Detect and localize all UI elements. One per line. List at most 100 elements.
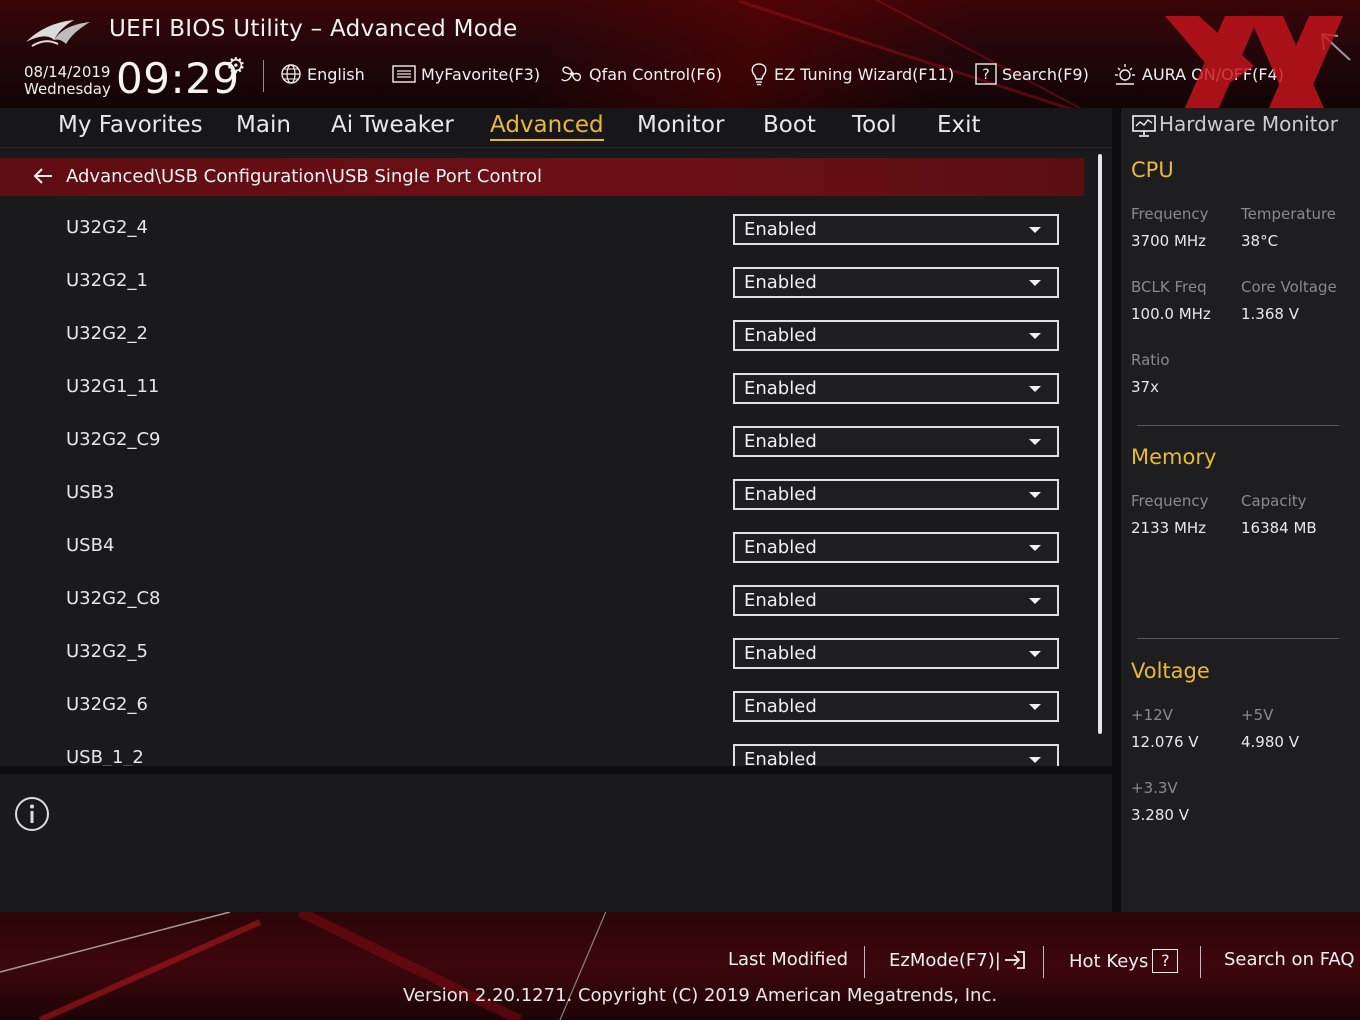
setting-label: USB4 — [66, 535, 115, 556]
tab-ai-tweaker[interactable]: Ai Tweaker — [331, 112, 454, 138]
setting-label: U32G2_2 — [66, 323, 148, 344]
cpu-heading: CPU — [1131, 158, 1174, 182]
header-decoration — [739, 0, 1140, 108]
chevron-down-icon — [1029, 227, 1041, 233]
bclk-label: BCLK Freq — [1131, 278, 1207, 296]
search-button[interactable]: ? Search(F9) — [974, 62, 1089, 86]
tab-advanced[interactable]: Advanced — [490, 112, 604, 141]
dropdown-value: Enabled — [744, 643, 817, 664]
app-title: UEFI BIOS Utility – Advanced Mode — [109, 16, 518, 42]
v5-value: 4.980 V — [1241, 733, 1299, 751]
dropdown-value: Enabled — [744, 590, 817, 611]
setting-label: U32G2_C9 — [66, 429, 161, 450]
setting-dropdown[interactable]: Enabled — [733, 267, 1059, 298]
cpu-frequency-value: 3700 MHz — [1131, 232, 1207, 250]
chevron-down-icon — [1029, 704, 1041, 710]
exit-arrow-icon — [1004, 951, 1025, 969]
footer-divider — [1200, 946, 1201, 978]
v33-value: 3.280 V — [1131, 806, 1189, 824]
setting-label: U32G2_5 — [66, 641, 148, 662]
language-label: English — [307, 64, 365, 84]
v12-value: 12.076 V — [1131, 733, 1199, 751]
v12-label: +12V — [1131, 706, 1173, 724]
setting-dropdown[interactable]: Enabled — [733, 373, 1059, 404]
tab-boot[interactable]: Boot — [763, 112, 816, 138]
chevron-down-icon — [1029, 757, 1041, 763]
setting-label: U32G1_11 — [66, 376, 160, 397]
weekday-text: Wednesday — [24, 80, 111, 98]
question-box-icon: ? — [975, 63, 997, 85]
dropdown-value: Enabled — [744, 696, 817, 717]
chevron-down-icon — [1029, 492, 1041, 498]
setting-label: U32G2_4 — [66, 217, 148, 238]
voltage-heading: Voltage — [1131, 659, 1210, 683]
header-decoration — [859, 0, 1196, 108]
cpu-frequency-label: Frequency — [1131, 205, 1209, 223]
back-arrow-icon[interactable] — [32, 166, 54, 186]
footer-bar: Last Modified EzMode(F7)| Hot Keys ? Sea… — [0, 912, 1360, 1020]
memory-heading: Memory — [1131, 445, 1217, 469]
tab-my-favorites[interactable]: My Favorites — [58, 112, 203, 138]
ezmode-button[interactable]: EzMode(F7)| — [889, 949, 1027, 971]
date-display: 08/14/2019 Wednesday — [24, 64, 111, 98]
svg-text:?: ? — [982, 67, 989, 83]
chevron-down-icon — [1029, 545, 1041, 551]
setting-dropdown[interactable]: Enabled — [733, 638, 1059, 669]
section-divider — [1137, 425, 1339, 426]
tab-exit[interactable]: Exit — [937, 112, 981, 138]
dropdown-value: Enabled — [744, 431, 817, 452]
section-divider — [1137, 638, 1339, 639]
ratio-value: 37x — [1131, 378, 1159, 396]
tab-tool[interactable]: Tool — [852, 112, 897, 138]
dropdown-value: Enabled — [744, 378, 817, 399]
last-modified-label: Last Modified — [728, 949, 849, 970]
footer-divider — [864, 946, 865, 978]
chevron-down-icon — [1029, 280, 1041, 286]
chevron-down-icon — [1029, 333, 1041, 339]
hot-keys-button[interactable]: Hot Keys ? — [1069, 949, 1179, 973]
settings-scrollbar[interactable] — [1098, 154, 1102, 734]
cpu-temperature-label: Temperature — [1241, 205, 1337, 223]
dropdown-value: Enabled — [744, 749, 817, 766]
ez-tuning-button[interactable]: EZ Tuning Wizard(F11) — [748, 62, 954, 86]
gear-icon[interactable]: ⚙ — [226, 54, 246, 79]
setting-label: USB3 — [66, 482, 115, 503]
setting-dropdown[interactable]: Enabled — [733, 744, 1059, 766]
ratio-label: Ratio — [1131, 351, 1170, 369]
v5-label: +5V — [1241, 706, 1274, 724]
setting-dropdown[interactable]: Enabled — [733, 585, 1059, 616]
breadcrumb-path: Advanced\USB Configuration\USB Single Po… — [66, 166, 542, 187]
ezmode-label: EzMode(F7)| — [889, 949, 1001, 971]
myfavorite-button[interactable]: MyFavorite(F3) — [391, 62, 540, 86]
search-faq-button[interactable]: Search on FAQ — [1224, 949, 1355, 970]
setting-label: USB_1_2 — [66, 747, 144, 766]
setting-dropdown[interactable]: Enabled — [733, 532, 1059, 563]
core-voltage-value: 1.368 V — [1241, 305, 1299, 323]
monitor-icon — [1132, 115, 1156, 137]
question-key-icon: ? — [1152, 949, 1179, 973]
lightbulb-icon — [751, 63, 767, 86]
header-divider — [263, 60, 264, 92]
info-icon — [15, 797, 49, 831]
setting-label: U32G2_1 — [66, 270, 148, 291]
language-button[interactable]: English — [279, 62, 365, 86]
tab-monitor[interactable]: Monitor — [637, 112, 724, 138]
last-modified-button[interactable]: Last Modified — [728, 949, 848, 970]
setting-dropdown[interactable]: Enabled — [733, 479, 1059, 510]
ez-tuning-label: EZ Tuning Wizard(F11) — [774, 64, 955, 84]
hot-keys-label: Hot Keys — [1069, 950, 1149, 972]
setting-dropdown[interactable]: Enabled — [733, 320, 1059, 351]
setting-dropdown[interactable]: Enabled — [733, 426, 1059, 457]
memory-capacity-label: Capacity — [1241, 492, 1307, 510]
clock-time: 09:29 — [116, 54, 240, 103]
qfan-button[interactable]: Qfan Control(F6) — [559, 62, 722, 86]
setting-dropdown[interactable]: Enabled — [733, 214, 1059, 245]
breadcrumb: Advanced\USB Configuration\USB Single Po… — [0, 158, 1084, 196]
tab-main[interactable]: Main — [236, 112, 291, 138]
setting-label: U32G2_6 — [66, 694, 148, 715]
date-text: 08/14/2019 — [24, 63, 111, 81]
aura-light-icon — [1115, 64, 1135, 85]
qfan-label: Qfan Control(F6) — [589, 64, 722, 84]
bclk-value: 100.0 MHz — [1131, 305, 1211, 323]
setting-dropdown[interactable]: Enabled — [733, 691, 1059, 722]
